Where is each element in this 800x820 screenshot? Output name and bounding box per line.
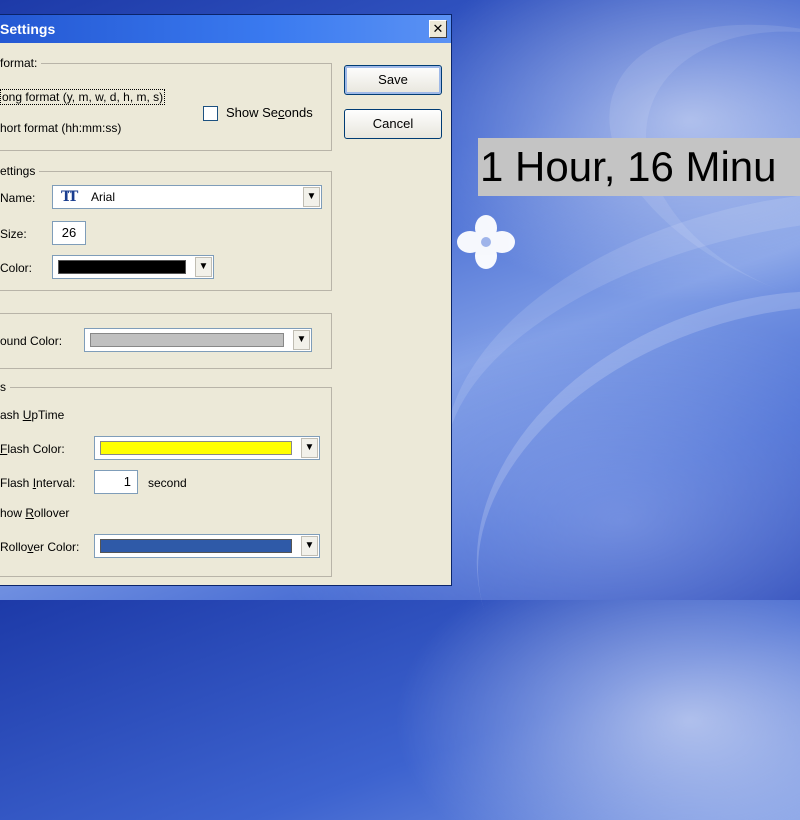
font-color-label: Color: <box>0 261 33 275</box>
font-color-select[interactable]: ▼ <box>52 255 214 279</box>
format-group-title: format: <box>0 56 42 70</box>
close-icon: ✕ <box>432 21 444 36</box>
short-format-option[interactable]: hort format (hh:mm:ss) <box>0 121 121 135</box>
chevron-down-icon[interactable]: ▼ <box>301 438 318 458</box>
dialog-titlebar[interactable]: Settings ✕ <box>0 15 451 43</box>
settings-dialog: Settings ✕ format: ong format (y, m, w, … <box>0 14 452 586</box>
flash-interval-label: Flash Interval: <box>0 476 76 490</box>
close-button[interactable]: ✕ <box>429 20 447 38</box>
flash-color-select[interactable]: ▼ <box>94 436 320 460</box>
font-name-label: Name: <box>0 191 36 205</box>
font-size-label: Size: <box>0 227 27 241</box>
background-color-select[interactable]: ▼ <box>84 328 312 352</box>
rollover-color-select[interactable]: ▼ <box>94 534 320 558</box>
show-seconds-checkbox[interactable] <box>203 106 218 121</box>
rollover-color-swatch <box>100 539 292 553</box>
chevron-down-icon[interactable]: ▼ <box>301 536 318 556</box>
cancel-button-label: Cancel <box>372 116 414 131</box>
long-format-option[interactable]: ong format (y, m, w, d, h, m, s) <box>0 89 166 105</box>
chevron-down-icon[interactable]: ▼ <box>303 187 320 207</box>
show-seconds-label[interactable]: Show Seconds <box>226 105 313 120</box>
flash-color-label: Flash Color: <box>0 442 65 456</box>
show-rollover-option[interactable]: how Rollover <box>0 506 69 520</box>
save-button-label: Save <box>378 72 408 87</box>
chevron-down-icon[interactable]: ▼ <box>195 257 212 277</box>
options-group-title: s <box>0 380 10 394</box>
flash-uptime-option[interactable]: ash UpTime <box>0 408 64 422</box>
dialog-title: Settings <box>0 21 56 37</box>
background-color-label: ound Color: <box>0 334 63 348</box>
cancel-button[interactable]: Cancel <box>344 109 442 139</box>
uptime-display: 1 Hour, 16 Minu <box>478 138 800 196</box>
flash-interval-unit: second <box>148 476 187 490</box>
wallpaper-swoosh <box>417 218 800 820</box>
font-name-select[interactable]: TT Arial ▼ <box>52 185 322 209</box>
font-settings-title: ettings <box>0 164 40 178</box>
background-color-swatch <box>90 333 284 347</box>
chevron-down-icon[interactable]: ▼ <box>293 330 310 350</box>
save-button[interactable]: Save <box>344 65 442 95</box>
font-name-value: Arial <box>91 190 116 204</box>
rollover-color-label: Rollover Color: <box>0 540 80 554</box>
flower-icon <box>457 215 515 269</box>
flash-interval-input[interactable]: 1 <box>94 470 138 494</box>
font-color-swatch <box>58 260 186 274</box>
font-size-input[interactable]: 26 <box>52 221 86 245</box>
flash-color-swatch <box>100 441 292 455</box>
truetype-font-icon: TT <box>61 189 78 205</box>
